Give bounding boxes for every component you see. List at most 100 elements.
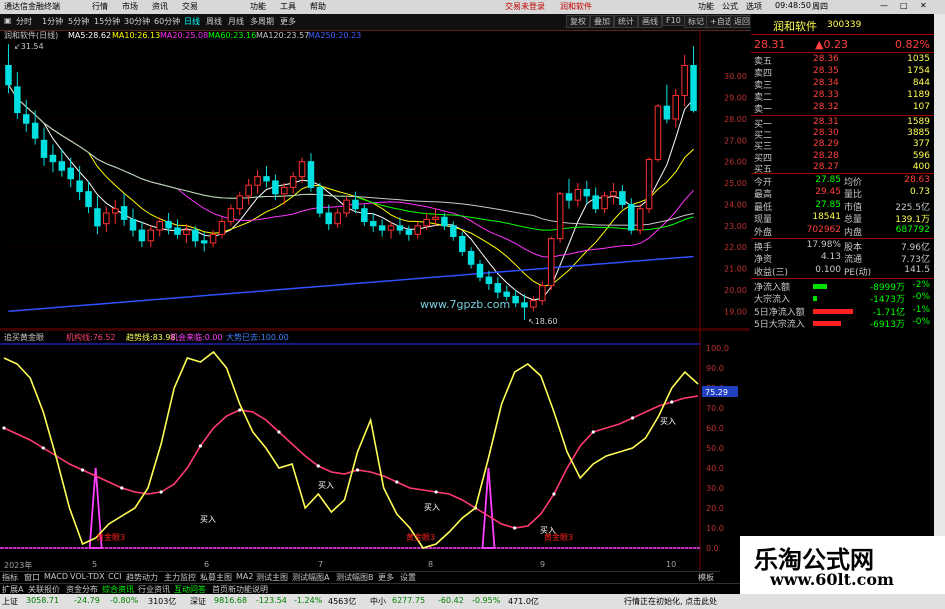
flow-bar: [813, 321, 841, 327]
extra-label: PE(动): [844, 267, 872, 278]
y-tick-label: 23.00: [724, 222, 747, 231]
ask-volume: 107: [912, 102, 930, 112]
top-formula[interactable]: 公式: [722, 1, 738, 12]
bid-price[interactable]: 28.28: [813, 151, 839, 161]
menu-news[interactable]: 资讯: [152, 1, 168, 12]
stat-label: 市值: [844, 202, 863, 213]
period-week[interactable]: 周线: [206, 16, 222, 27]
menu-market[interactable]: 行情: [92, 1, 108, 12]
candle-body: [467, 250, 475, 265]
period-day[interactable]: 日线: [184, 16, 200, 27]
status-message[interactable]: 行情正在初始化, 点击此处: [624, 596, 717, 607]
stat-value: 27.85: [815, 175, 841, 185]
extra-label: 换手: [754, 243, 773, 253]
sz-index-name[interactable]: 深证: [190, 596, 206, 607]
extra-value: 7.73亿: [900, 255, 930, 266]
tab-private-main[interactable]: 私募主图: [200, 572, 232, 583]
top-function[interactable]: 功能: [698, 1, 714, 12]
main-chart-title: 润和软件(日线): [4, 30, 58, 40]
mark-button[interactable]: 标记: [684, 15, 708, 28]
top-options[interactable]: 选项: [746, 1, 762, 12]
login-status[interactable]: 交易未登录: [505, 1, 545, 12]
flow-label: 5日净流入额: [754, 307, 805, 318]
tab-more[interactable]: 更多: [378, 572, 394, 583]
tab-test-sub-a[interactable]: 测试幅图A: [292, 572, 329, 583]
overlay-button[interactable]: 叠加: [590, 15, 614, 28]
close-icon[interactable]: ✕: [920, 1, 927, 10]
tab-macd[interactable]: MACD: [44, 572, 68, 581]
period-tick[interactable]: 分时: [16, 16, 32, 27]
tab-trend-power[interactable]: 趋势动力: [126, 572, 158, 583]
menu-help[interactable]: 帮助: [310, 1, 326, 12]
candle-body: [547, 238, 555, 287]
period-5min[interactable]: 5分钟: [68, 16, 89, 27]
side-toolbar[interactable]: [934, 14, 945, 574]
candle-body: [165, 221, 172, 229]
tab-settings[interactable]: 设置: [400, 572, 416, 583]
tab-ma2[interactable]: MA2: [236, 572, 253, 581]
sh-index-name[interactable]: 上证: [2, 596, 18, 607]
indicator-y-tick: 90.0: [706, 364, 724, 373]
menu-tools[interactable]: 工具: [280, 1, 296, 12]
ask-price[interactable]: 28.35: [813, 66, 839, 76]
bid-price[interactable]: 28.31: [813, 117, 839, 127]
maximize-icon[interactable]: □: [900, 1, 908, 10]
stat-value: 29.45: [815, 187, 841, 198]
ma-line: [7, 84, 694, 231]
menu-trade[interactable]: 交易: [182, 1, 198, 12]
current-value-text: 75.29: [705, 388, 728, 397]
indicator-dot: [2, 426, 6, 430]
candle-body: [85, 191, 92, 208]
flow-value: -1.71亿: [872, 307, 905, 318]
checkbox-icon[interactable]: ▣: [4, 16, 12, 25]
indicator-line: [3, 350, 699, 549]
date-tick: 10: [666, 560, 677, 569]
menu-bourse[interactable]: 市场: [122, 1, 138, 12]
statistics-button[interactable]: 统计: [614, 15, 638, 28]
period-month[interactable]: 月线: [228, 16, 244, 27]
gold-eye-label: 黄金眼3: [96, 532, 125, 542]
indicator-chart[interactable]: 100.0 90.0 8 0.0 70.0 60.0 50.0 40.0 30.0 20.0 10.…: [0, 330, 750, 570]
sme-index-value: 6277.75: [392, 596, 426, 605]
ask-price[interactable]: 28.34: [813, 78, 839, 88]
tab-main-monitor[interactable]: 主力监控: [164, 572, 196, 583]
tab-vol[interactable]: VOL-TDX: [70, 572, 105, 581]
period-60min[interactable]: 60分钟: [154, 16, 180, 27]
period-30min[interactable]: 30分钟: [124, 16, 150, 27]
ma-line: [7, 84, 694, 226]
minimize-icon[interactable]: —: [880, 1, 888, 10]
menu-function[interactable]: 功能: [250, 1, 266, 12]
stat-label: 量比: [844, 190, 863, 201]
period-1min[interactable]: 1分钟: [42, 16, 63, 27]
ask-price[interactable]: 28.32: [813, 102, 839, 112]
period-more[interactable]: 更多: [280, 16, 296, 27]
tab-window[interactable]: 窗口: [24, 572, 40, 583]
ask-price[interactable]: 28.33: [813, 90, 839, 100]
stock-link[interactable]: 润和软件: [560, 1, 592, 12]
tab-indicator[interactable]: 指标: [2, 572, 18, 583]
bid-price[interactable]: 28.30: [813, 128, 839, 138]
tab-template[interactable]: 模板: [698, 572, 714, 583]
draw-line-button[interactable]: 画线: [638, 15, 662, 28]
bid-volume: 400: [912, 161, 930, 172]
bid-price[interactable]: 28.27: [813, 162, 839, 172]
bid-price[interactable]: 28.29: [813, 139, 839, 149]
period-15min[interactable]: 15分钟: [94, 16, 120, 27]
tab-test-sub-b[interactable]: 测试幅图B: [336, 572, 374, 583]
candle-body: [601, 195, 608, 210]
tab-test-main[interactable]: 测试主图: [256, 572, 288, 583]
sme-index-name[interactable]: 中小: [370, 596, 386, 607]
indicator-y-tick: 50.0: [706, 444, 724, 453]
stat-value: 28.63: [904, 175, 930, 185]
candle-body: [423, 218, 430, 227]
f10-button[interactable]: F10: [662, 15, 685, 26]
tab-cci[interactable]: CCI: [108, 572, 122, 581]
candlestick-chart[interactable]: 30.00 29.00 28.00 27.00 26.00 25.00 24.00 23.00…: [0, 30, 750, 330]
y-tick-label: 27.00: [724, 136, 747, 145]
ask-price[interactable]: 28.36: [813, 54, 839, 64]
restore-rights-button[interactable]: 复权: [566, 15, 590, 28]
period-multi[interactable]: 多周期: [250, 16, 274, 27]
flow-label: 5日大宗流入: [754, 320, 805, 331]
candle-body: [512, 295, 519, 304]
indicator-y-tick: 0.0: [706, 544, 719, 553]
